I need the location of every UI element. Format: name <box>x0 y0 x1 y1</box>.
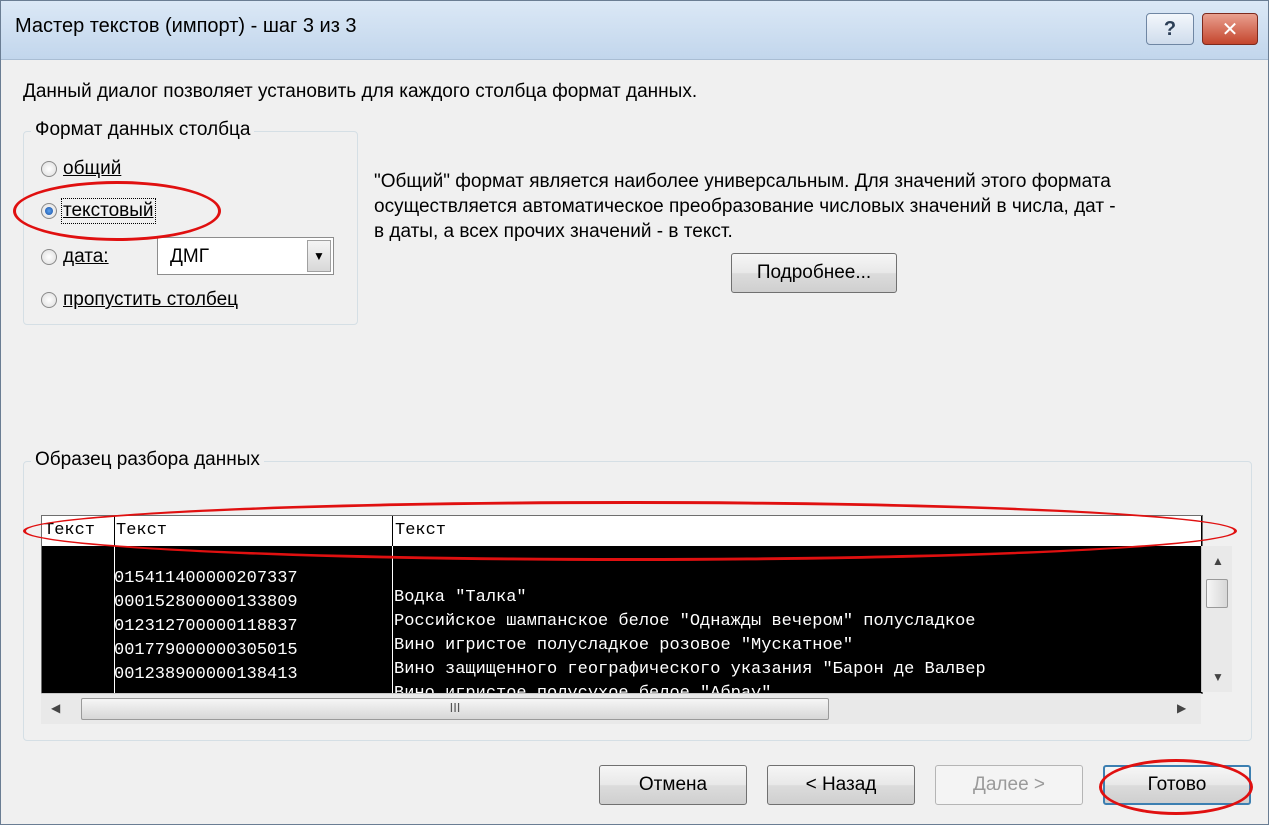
radio-date-label: дата: <box>63 246 109 267</box>
scroll-right-icon[interactable]: ▶ <box>1177 701 1186 715</box>
chevron-down-icon[interactable]: ▼ <box>307 240 331 272</box>
scroll-left-icon[interactable]: ◀ <box>51 701 60 715</box>
annotation-ellipse <box>13 181 221 241</box>
radio-button-icon <box>41 292 57 308</box>
vertical-scrollbar[interactable]: ▲ ▼ <box>1201 546 1232 692</box>
annotation-ellipse <box>1099 759 1253 815</box>
info-line: в даты, а всех прочих значений - в текст… <box>374 221 733 242</box>
table-row: 000152800000133809 Российское шампанское… <box>42 574 1187 631</box>
radio-skip-column-label: пропустить столбец <box>63 289 239 310</box>
preview-rows: 015411400000207337 Водка "Талка" 0001528… <box>42 546 1187 693</box>
table-row: 012312700000118837 Вино игристое полусла… <box>42 598 1187 655</box>
date-format-combo[interactable]: ДМГ ▼ <box>157 237 334 275</box>
radio-general[interactable]: общий <box>41 158 121 180</box>
next-button[interactable]: Далее > <box>935 765 1083 805</box>
horizontal-scroll-thumb[interactable]: III <box>81 698 829 720</box>
column-format-group-label: Формат данных столбца <box>31 119 255 141</box>
scroll-up-icon[interactable]: ▲ <box>1212 554 1224 568</box>
help-button[interactable]: ? <box>1146 13 1194 45</box>
vertical-scroll-thumb[interactable] <box>1206 579 1228 608</box>
title-bar: Мастер текстов (импорт) - шаг 3 из 3 ? ✕ <box>1 1 1268 60</box>
radio-general-label: общий <box>63 158 122 179</box>
window-title: Мастер текстов (импорт) - шаг 3 из 3 <box>15 15 357 37</box>
scroll-down-icon[interactable]: ▼ <box>1212 670 1224 684</box>
radio-skip-column[interactable]: пропустить столбец <box>41 289 238 311</box>
radio-button-icon <box>41 161 57 177</box>
more-details-button[interactable]: Подробнее... <box>731 253 897 293</box>
info-line: "Общий" формат является наиболее универс… <box>374 171 1111 192</box>
dialog-description: Данный диалог позволяет установить для к… <box>23 81 698 102</box>
date-format-value: ДМГ <box>170 246 209 267</box>
table-row: 001779000000305015 Вино защищенного геог… <box>42 622 1187 679</box>
radio-button-icon <box>41 249 57 265</box>
table-row: 001238900000138413 Вино игристое полусух… <box>42 646 1187 693</box>
back-button[interactable]: < Назад <box>767 765 915 805</box>
horizontal-scrollbar[interactable]: ◀ III ▶ <box>41 693 1201 724</box>
info-line: осуществляется автоматическое преобразов… <box>374 196 1116 217</box>
radio-date[interactable]: дата: <box>41 246 109 268</box>
close-button[interactable]: ✕ <box>1202 13 1258 45</box>
text-import-wizard-dialog: Мастер текстов (импорт) - шаг 3 из 3 ? ✕… <box>0 0 1269 825</box>
data-preview-group-label: Образец разбора данных <box>31 449 264 471</box>
table-cell: 001238900000138413 <box>114 665 298 684</box>
cancel-button[interactable]: Отмена <box>599 765 747 805</box>
format-info-text: "Общий" формат является наиболее универс… <box>374 169 1254 244</box>
annotation-ellipse <box>23 501 1237 561</box>
